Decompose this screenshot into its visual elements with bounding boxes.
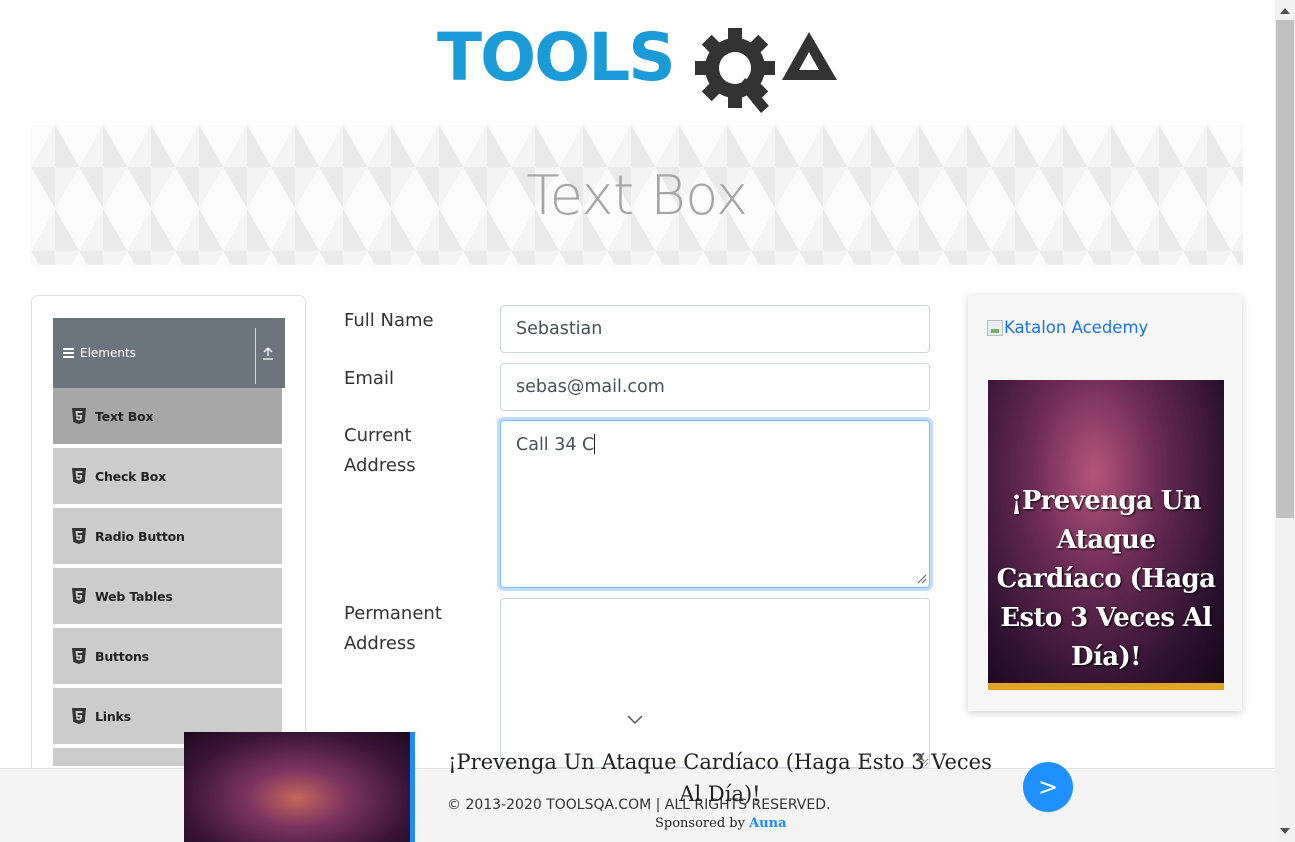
elements-group-header[interactable]: Elements <box>53 318 285 388</box>
html5-icon <box>72 648 86 664</box>
permanent-address-textarea[interactable] <box>500 598 930 768</box>
gear-icon <box>695 28 775 113</box>
ad-gold-strip <box>988 683 1224 690</box>
sponsored-prefix: Sponsored by <box>655 816 745 831</box>
sidebar-item-label: Radio Button <box>95 528 185 544</box>
toolsqa-logo[interactable]: TOOLS <box>437 18 842 113</box>
permanent-address-label: Permanent Address <box>344 599 442 659</box>
text-caret <box>594 434 596 454</box>
katalon-academy-link[interactable]: Katalon Acedemy <box>987 318 1148 337</box>
sidebar-item-label: Text Box <box>95 408 154 424</box>
html5-icon <box>72 708 86 724</box>
permanent-address-label-line2: Address <box>344 633 416 654</box>
sticky-ad-accent-bar <box>410 732 415 842</box>
group-title: Elements <box>80 346 136 360</box>
header-divider <box>255 328 256 384</box>
sidebar-item-radio-button[interactable]: Radio Button <box>53 508 282 566</box>
logo-text-tools: TOOLS <box>437 19 674 96</box>
chevron-down-icon[interactable] <box>626 713 644 725</box>
html5-icon <box>72 468 86 484</box>
current-address-label-line2: Address <box>344 455 416 476</box>
close-icon[interactable] <box>913 750 927 764</box>
collapse-icon[interactable] <box>262 346 274 360</box>
resize-grip-icon[interactable] <box>915 572 927 584</box>
permanent-address-label-line1: Permanent <box>344 603 442 624</box>
scrollbar-thumb[interactable] <box>1276 20 1294 518</box>
ad-image[interactable]: ¡Prevenga Un Ataque Cardíaco (Haga Esto … <box>988 380 1224 690</box>
logo-letter-a <box>782 32 837 80</box>
katalon-link-text: Katalon Acedemy <box>1004 318 1149 337</box>
email-label: Email <box>344 368 394 389</box>
full-name-label: Full Name <box>344 310 434 331</box>
sidebar-item-web-tables[interactable]: Web Tables <box>53 568 282 626</box>
broken-image-icon <box>987 319 1003 336</box>
ad-headline: ¡Prevenga Un Ataque Cardíaco (Haga Esto … <box>996 486 1216 672</box>
menu-icon <box>63 346 74 360</box>
sidebar-item-label: Web Tables <box>95 588 173 604</box>
sidebar-item-label: Links <box>95 708 131 724</box>
scroll-down-arrow-icon[interactable] <box>1280 828 1290 834</box>
scroll-up-arrow-icon[interactable] <box>1280 8 1290 14</box>
sidebar-item-buttons[interactable]: Buttons <box>53 628 282 686</box>
sponsored-by: Sponsored by Auna <box>655 816 787 831</box>
sidebar-item-label: Buttons <box>95 648 149 664</box>
current-address-textarea[interactable]: Call 34 C <box>500 420 930 588</box>
sponsor-name[interactable]: Auna <box>749 816 786 831</box>
page-banner: Text Box <box>31 125 1243 265</box>
email-input[interactable] <box>500 363 930 411</box>
current-address-value: Call 34 C <box>516 435 595 455</box>
next-ad-button[interactable]: > <box>1023 762 1073 812</box>
html5-icon <box>72 408 86 424</box>
current-address-label: Current Address <box>344 421 416 481</box>
html5-icon <box>72 528 86 544</box>
sticky-ad-image[interactable] <box>184 732 410 842</box>
page-title: Text Box <box>526 163 748 227</box>
sidebar-item-label: Check Box <box>95 468 167 484</box>
sidebar-item-check-box[interactable]: Check Box <box>53 448 282 506</box>
html5-icon <box>72 588 86 604</box>
full-name-input[interactable] <box>500 305 930 353</box>
current-address-label-line1: Current <box>344 425 412 446</box>
sidebar-item-text-box[interactable]: Text Box <box>53 388 282 446</box>
